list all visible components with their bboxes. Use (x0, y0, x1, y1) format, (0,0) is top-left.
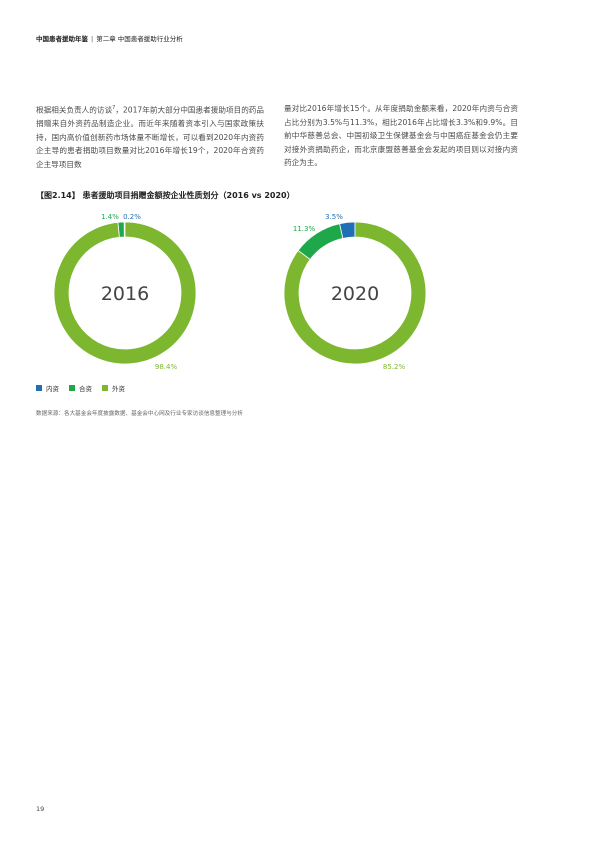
chapter-title: 第二章 中国患者援助行业分析 (96, 35, 183, 43)
page-number: 19 (36, 805, 45, 813)
legend-item-domestic: 内资 (36, 383, 59, 393)
donut-2020-center-label: 2020 (331, 283, 379, 305)
donut-2020-label-domestic: 3.5% (325, 213, 343, 221)
body-text-left-a: 根据相关负责人的访谈 (36, 105, 113, 115)
book-title: 中国患者援助年鉴 (36, 35, 88, 43)
body-paragraph-right: 量对比2016年增长15个。从年度捐助金额来看，2020年内资与合资占比分别为3… (284, 104, 518, 168)
data-source-note: 数据来源：各大基金会年度披露数据、基金会中心网及行业专家访谈信息整理与分析 (36, 411, 243, 417)
legend-label-domestic: 内资 (46, 385, 59, 393)
legend-label-foreign: 外资 (112, 385, 125, 393)
chart-legend: 内资 合资 外资 (36, 383, 125, 393)
donut-2016-label-foreign: 98.4% (155, 363, 178, 371)
body-paragraph-left: 根据相关负责人的访谈7，2017年前大部分中国患者援助项目的药品捐赠来自外资药品… (36, 102, 264, 172)
running-header: 中国患者援助年鉴 | 第二章 中国患者援助行业分析 (36, 33, 183, 43)
donut-2016-label-domestic: 0.2% (123, 213, 141, 221)
legend-item-joint: 合资 (69, 383, 92, 393)
donut-charts: 0.2% 1.4% 98.4% 2016 3.5% 11.3% 85.2% 2020 (53, 213, 427, 371)
donut-2020-label-joint: 11.3% (293, 225, 316, 233)
donut-2016-label-joint: 1.4% (101, 213, 119, 221)
legend-item-foreign: 外资 (102, 383, 125, 393)
legend-swatch-domestic (36, 385, 42, 391)
header-separator: | (91, 35, 94, 43)
body-text-left-b: ，2017年前大部分中国患者援助项目的药品捐赠来自外资药品制造企业。而近年来随着… (36, 105, 265, 169)
legend-label-joint: 合资 (79, 385, 92, 393)
legend-swatch-joint (69, 385, 75, 391)
donut-2020-label-foreign: 85.2% (383, 363, 406, 371)
legend-swatch-foreign (102, 385, 108, 391)
donut-2016-center-label: 2016 (101, 283, 149, 305)
